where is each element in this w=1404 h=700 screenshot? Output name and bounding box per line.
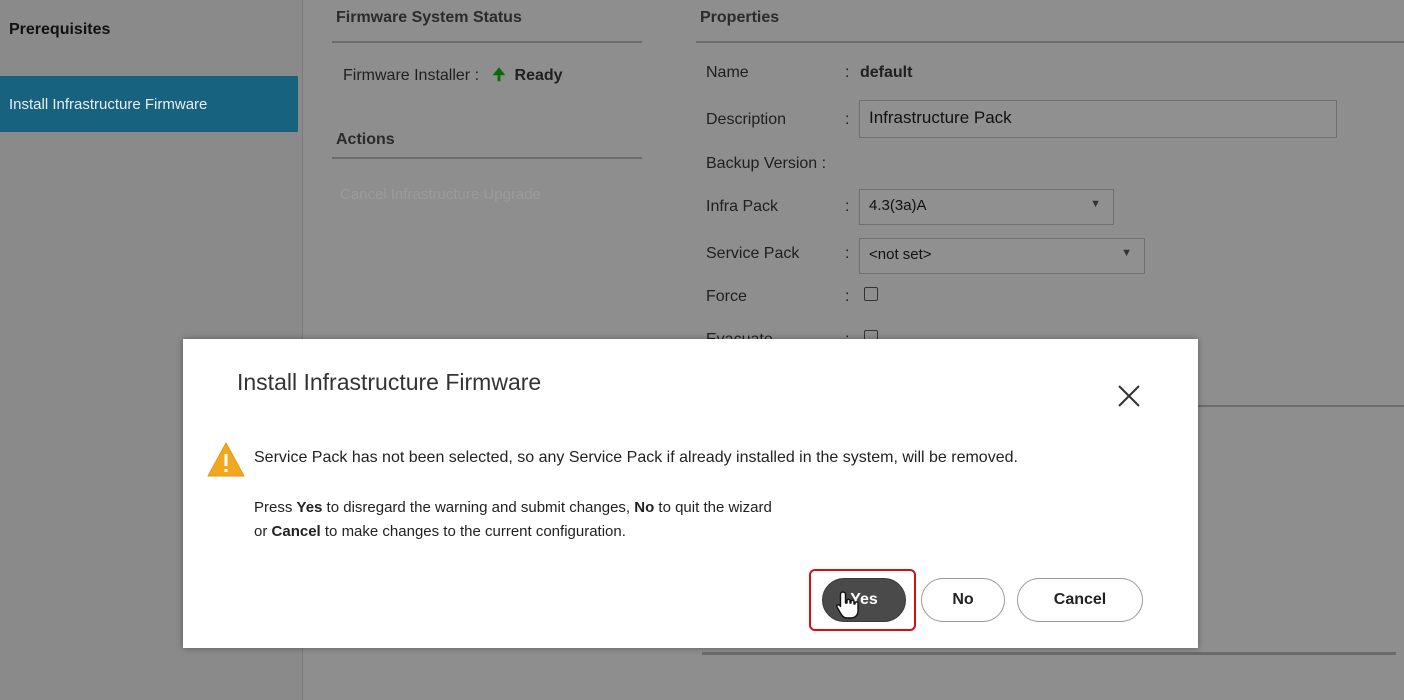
instr-no: No xyxy=(634,499,655,516)
infra-pack-label: Infra Pack xyxy=(706,198,779,215)
divider xyxy=(702,652,1396,655)
instr-text: or xyxy=(254,523,272,540)
colon: : xyxy=(845,64,850,81)
firmware-installer-label: Firmware Installer : xyxy=(343,67,480,84)
properties-title: Properties xyxy=(700,9,780,26)
colon: : xyxy=(845,198,850,215)
colon: : xyxy=(845,288,850,305)
service-pack-label: Service Pack xyxy=(706,245,800,262)
instr-yes: Yes xyxy=(296,499,323,516)
actions-title: Actions xyxy=(336,131,395,148)
instr-text: to make changes to the current configura… xyxy=(320,523,626,540)
cancel-infrastructure-upgrade-link[interactable]: Cancel Infrastructure Upgrade xyxy=(340,186,541,203)
warning-icon xyxy=(207,442,245,477)
colon: : xyxy=(845,245,850,262)
install-infrastructure-firmware-dialog: Install Infrastructure Firmware Service … xyxy=(183,339,1198,648)
instructions: Press Yes to disregard the warning and s… xyxy=(254,496,772,544)
hand-cursor-icon xyxy=(836,591,859,619)
firmware-system-status-title: Firmware System Status xyxy=(336,9,522,26)
description-input[interactable]: Infrastructure Pack xyxy=(859,100,1337,138)
firmware-installer-row: Firmware Installer : 🠉 Ready xyxy=(343,64,563,91)
no-button[interactable]: No xyxy=(921,578,1005,622)
infra-pack-value: 4.3(3a)A xyxy=(869,197,927,214)
sidebar-item-install-infrastructure-firmware[interactable]: Install Infrastructure Firmware xyxy=(0,76,298,132)
infra-pack-select[interactable]: 4.3(3a)A ▼ xyxy=(859,189,1114,225)
chevron-down-icon: ▼ xyxy=(1090,198,1101,210)
name-label: Name xyxy=(706,64,749,81)
instr-text: to quit the wizard xyxy=(654,499,772,516)
dialog-title: Install Infrastructure Firmware xyxy=(237,369,542,395)
instr-cancel: Cancel xyxy=(271,523,321,540)
colon: : xyxy=(845,111,850,128)
name-value: default xyxy=(860,64,913,81)
divider xyxy=(332,157,642,159)
service-pack-value: <not set> xyxy=(869,246,932,263)
firmware-installer-status: Ready xyxy=(514,67,563,84)
sidebar-heading: Prerequisites xyxy=(9,21,111,38)
divider xyxy=(696,41,1404,43)
close-icon[interactable] xyxy=(1115,382,1143,410)
force-label: Force xyxy=(706,288,747,305)
arrow-up-icon: 🠉 xyxy=(483,67,511,84)
force-checkbox[interactable] xyxy=(864,287,878,301)
warning-message: Service Pack has not been selected, so a… xyxy=(254,449,1018,466)
instr-text: Press xyxy=(254,499,297,516)
divider xyxy=(1190,405,1404,407)
service-pack-select[interactable]: <not set> ▼ xyxy=(859,238,1145,274)
backup-version-label: Backup Version : xyxy=(706,155,827,172)
description-label: Description xyxy=(706,111,787,128)
instr-text: to disregard the warning and submit chan… xyxy=(322,499,635,516)
cancel-button[interactable]: Cancel xyxy=(1017,578,1143,622)
divider xyxy=(332,41,642,43)
chevron-down-icon: ▼ xyxy=(1121,247,1132,259)
